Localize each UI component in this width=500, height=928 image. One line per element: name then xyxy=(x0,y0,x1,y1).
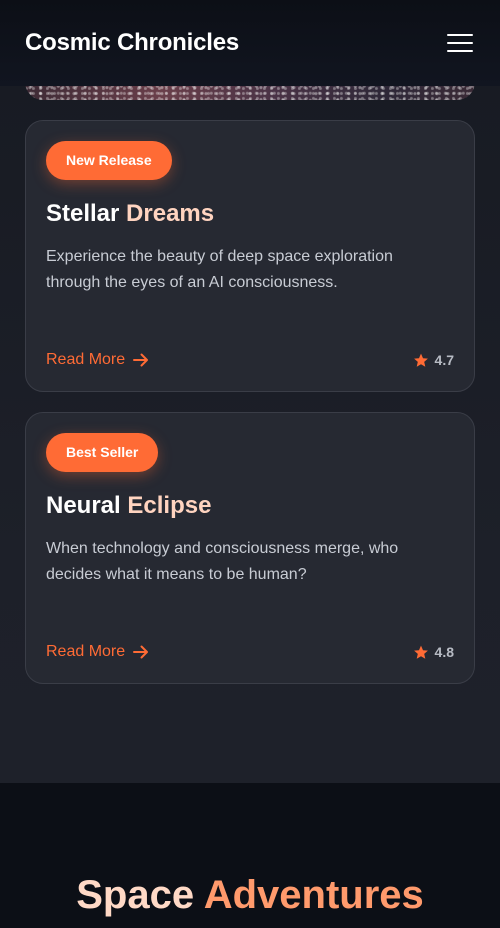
rating: 4.8 xyxy=(413,644,454,660)
card-title: Stellar Dreams xyxy=(46,200,454,228)
card-footer: Read More 4.7 xyxy=(46,351,454,369)
section-title: Space Adventures xyxy=(0,873,500,917)
arrow-right-icon xyxy=(133,645,149,659)
section-title-word-highlight: Adventures xyxy=(203,873,424,917)
card-title-word-highlight: Eclipse xyxy=(127,492,212,519)
menu-line xyxy=(447,42,473,44)
read-more-label: Read More xyxy=(46,351,126,368)
star-icon xyxy=(413,645,428,659)
read-more-link[interactable]: Read More xyxy=(46,351,149,369)
card-title-word: Stellar xyxy=(46,200,120,227)
site-header: Cosmic Chronicles xyxy=(0,0,500,86)
book-card: Best Seller Neural Eclipse When technolo… xyxy=(25,412,475,684)
rating-value: 4.7 xyxy=(434,352,454,368)
status-badge: New Release xyxy=(46,141,172,180)
book-card: New Release Stellar Dreams Experience th… xyxy=(25,120,475,392)
read-more-label: Read More xyxy=(46,643,126,660)
brand-logo[interactable]: Cosmic Chronicles xyxy=(25,29,239,57)
rating: 4.7 xyxy=(413,352,454,368)
menu-line xyxy=(447,50,473,52)
card-title-word-highlight: Dreams xyxy=(126,200,215,227)
page: Cosmic Chronicles New Release Stellar Dr… xyxy=(0,0,500,928)
section-title-word: Space xyxy=(76,873,195,917)
card-title: Neural Eclipse xyxy=(46,492,454,520)
menu-line xyxy=(447,34,473,36)
status-badge: Best Seller xyxy=(46,433,159,472)
read-more-link[interactable]: Read More xyxy=(46,643,149,661)
hamburger-menu-icon[interactable] xyxy=(447,32,475,54)
star-icon xyxy=(413,353,428,367)
card-description: When technology and consciousness merge,… xyxy=(46,540,399,583)
card-title-word: Neural xyxy=(46,492,121,519)
card-footer: Read More 4.8 xyxy=(46,643,454,661)
arrow-right-icon xyxy=(133,353,149,367)
card-description: Experience the beauty of deep space expl… xyxy=(46,248,393,291)
space-adventures-section: Space Adventures xyxy=(0,783,500,928)
rating-value: 4.8 xyxy=(434,644,454,660)
